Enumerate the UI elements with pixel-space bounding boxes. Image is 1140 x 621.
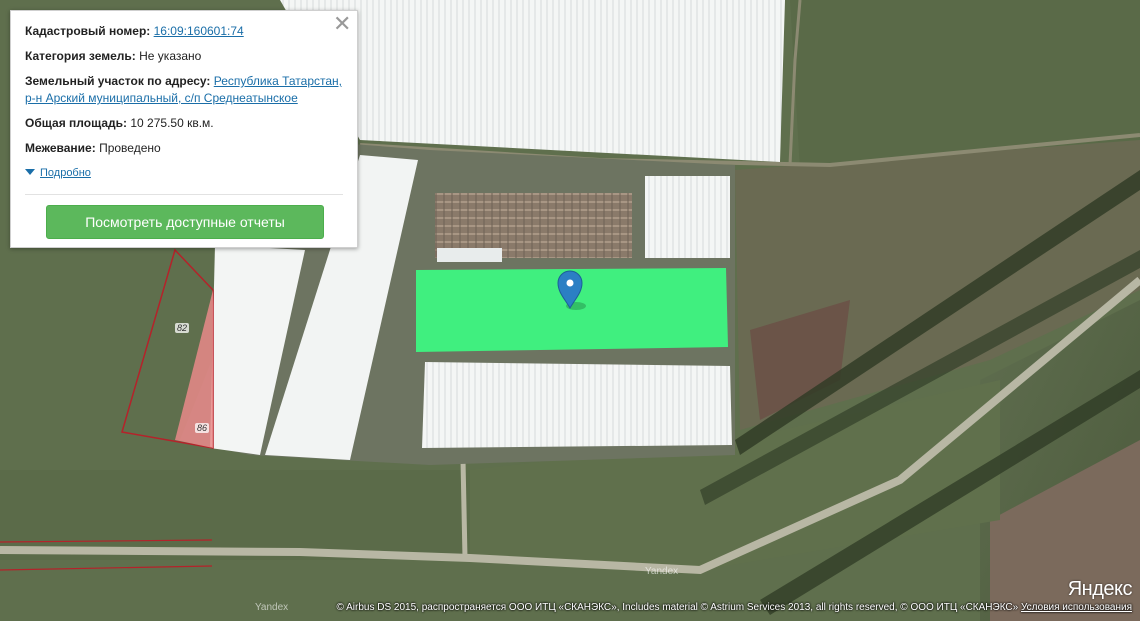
yandex-logo: Яндекс: [1067, 578, 1133, 600]
address-link-district[interactable]: р-н Арский муниципальный, с/п Среднеатын…: [25, 91, 298, 105]
survey-label: Межевание:: [25, 141, 96, 155]
terms-of-use-link[interactable]: Условия использования: [1021, 602, 1132, 613]
chevron-down-icon: [25, 169, 35, 175]
land-category-value: Не указано: [139, 49, 202, 63]
yandex-watermark: Yandex: [255, 602, 289, 613]
cadastral-number-label: Кадастровый номер:: [25, 24, 151, 38]
plot-label-82: 82: [175, 323, 190, 333]
map-attribution: © Airbus DS 2015, распространяется ООО И…: [337, 602, 1132, 613]
greenhouse-south: [422, 362, 732, 448]
area-row: Общая площадь: 10 275.50 кв.м.: [25, 115, 343, 132]
shed: [437, 248, 502, 262]
area-label: Общая площадь:: [25, 116, 128, 130]
survey-row: Межевание: Проведено: [25, 140, 343, 157]
copyright-text: © Airbus DS 2015, распространяется ООО И…: [336, 602, 1019, 613]
cadastral-number-link[interactable]: 16:09:160601:74: [154, 24, 244, 38]
address-label: Земельный участок по адресу:: [25, 74, 211, 88]
details-toggle[interactable]: Подробно: [25, 167, 91, 179]
yandex-watermark: Yandex: [645, 566, 679, 577]
survey-value: Проведено: [99, 141, 161, 155]
greenhouse-small: [645, 176, 730, 258]
land-category-label: Категория земель:: [25, 49, 136, 63]
address-row: Земельный участок по адресу: Республика …: [25, 73, 343, 107]
address-link-region[interactable]: Республика Татарстан,: [214, 74, 342, 88]
divider: [25, 194, 343, 195]
cadastral-number-row: Кадастровый номер: 16:09:160601:74: [25, 23, 343, 40]
view-reports-button[interactable]: Посмотреть доступные отчеты: [46, 205, 324, 239]
parcel-info-popup: ✕ Кадастровый номер: 16:09:160601:74 Кат…: [10, 10, 358, 248]
details-link[interactable]: Подробно: [40, 167, 91, 179]
land-category-row: Категория земель: Не указано: [25, 48, 343, 65]
road-south-spur: [460, 459, 468, 559]
area-value: 10 275.50 кв.м.: [130, 116, 214, 130]
plot-label-86: 86: [195, 423, 210, 433]
